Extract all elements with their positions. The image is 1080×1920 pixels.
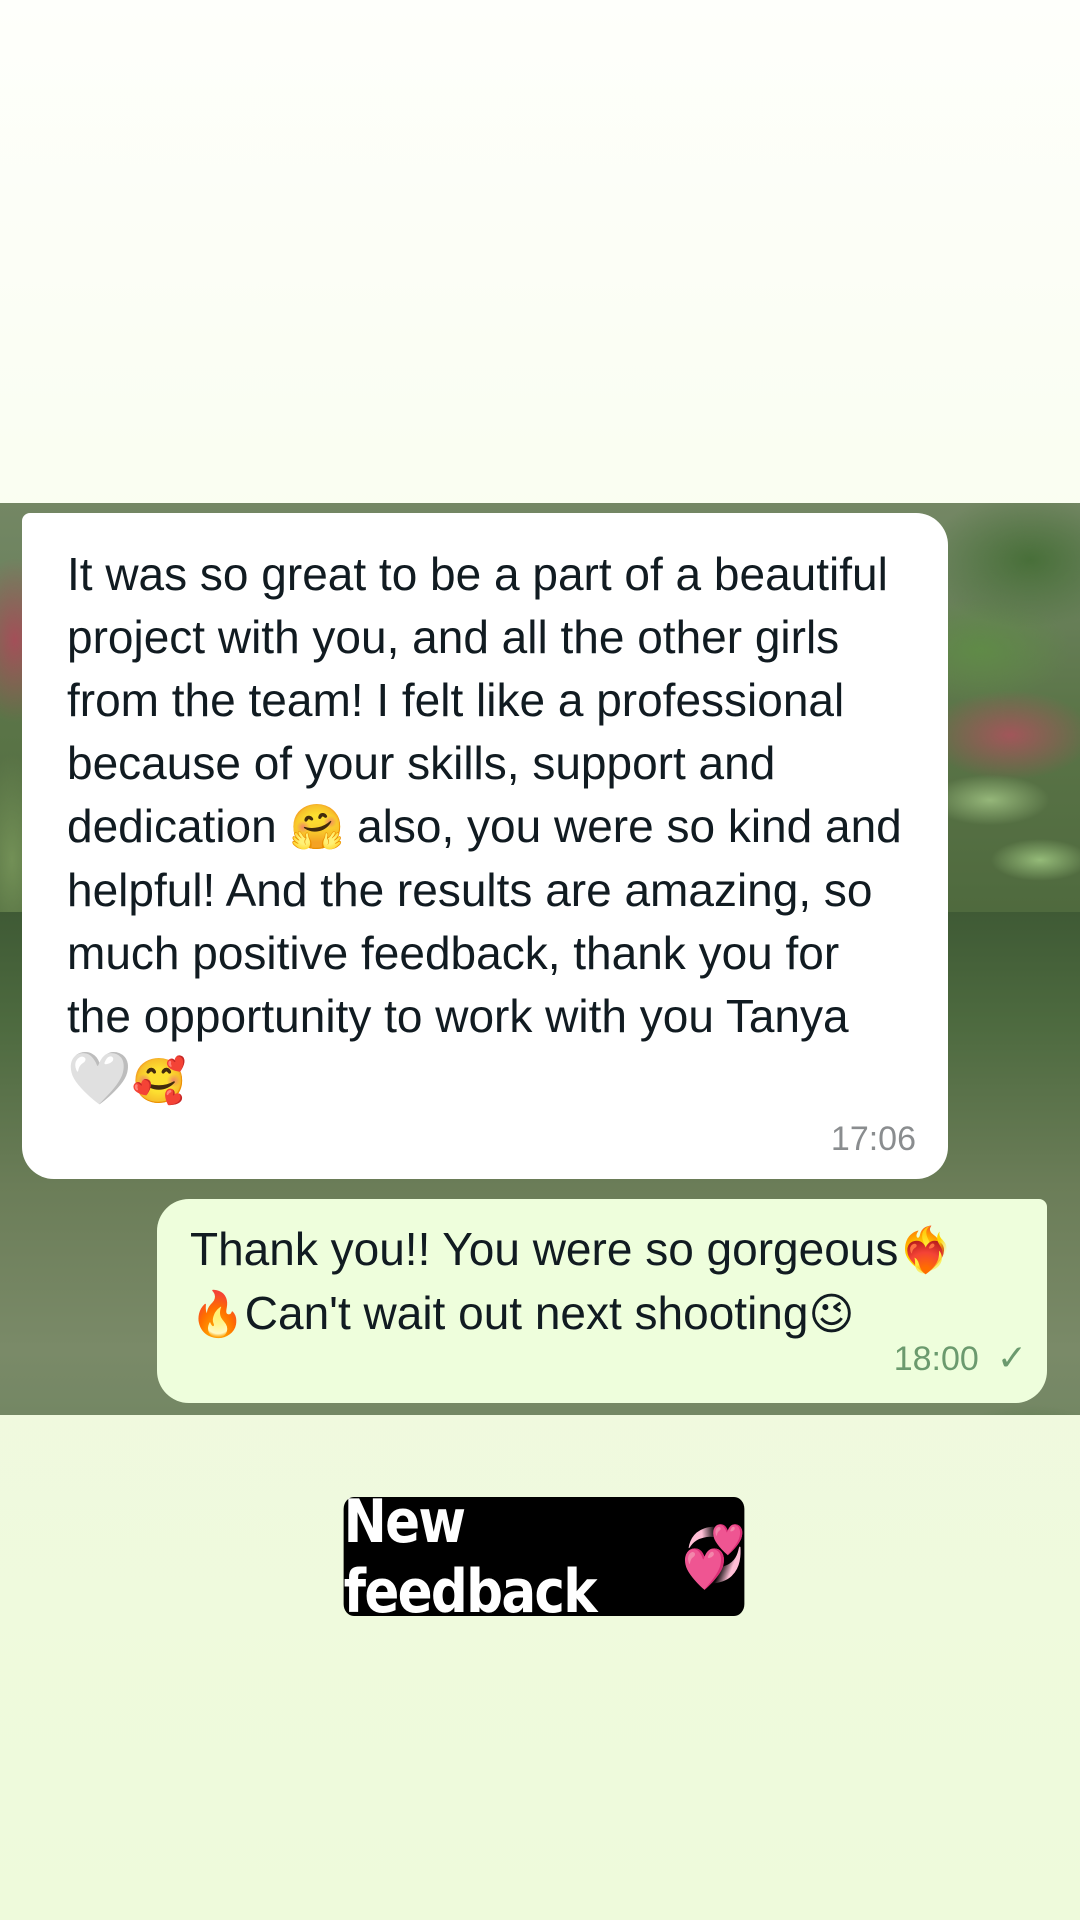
- sticker-text: New feedback: [343, 1486, 598, 1627]
- incoming-message-time: 17:06: [830, 1120, 916, 1158]
- heart-on-fire-emoji-icon: ❤️‍🔥: [898, 1225, 954, 1276]
- incoming-message-text: It was so great to be a part of a beauti…: [67, 543, 908, 1113]
- smiling-face-with-hearts-emoji-icon: 🥰: [131, 1056, 187, 1107]
- sent-check-icon: ✓: [996, 1337, 1027, 1378]
- outgoing-message-bubble[interactable]: Thank you!! You were so gorgeous❤️‍🔥 🔥Can…: [157, 1199, 1047, 1403]
- outgoing-message-time: 18:00: [893, 1340, 979, 1378]
- outgoing-message-text-part-1: Thank you!! You were so gorgeous: [190, 1223, 899, 1275]
- revolving-hearts-emoji-icon: 💞: [681, 1522, 746, 1592]
- outgoing-message-text-part-2: Can't wait out next shooting: [244, 1287, 809, 1339]
- winking-face-emoji-icon: 😉: [808, 1289, 855, 1340]
- outgoing-message-meta: 18:00 ✓: [894, 1338, 1027, 1379]
- outgoing-message-text: Thank you!! You were so gorgeous❤️‍🔥 🔥Can…: [190, 1218, 1017, 1346]
- new-feedback-sticker[interactable]: New feedback 💞: [343, 1487, 746, 1627]
- fire-emoji-icon: 🔥: [190, 1289, 245, 1340]
- hugging-face-emoji-icon: 🤗: [289, 802, 345, 853]
- incoming-message-bubble[interactable]: It was so great to be a part of a beauti…: [22, 513, 948, 1179]
- white-heart-emoji-icon: 🤍: [67, 1049, 132, 1109]
